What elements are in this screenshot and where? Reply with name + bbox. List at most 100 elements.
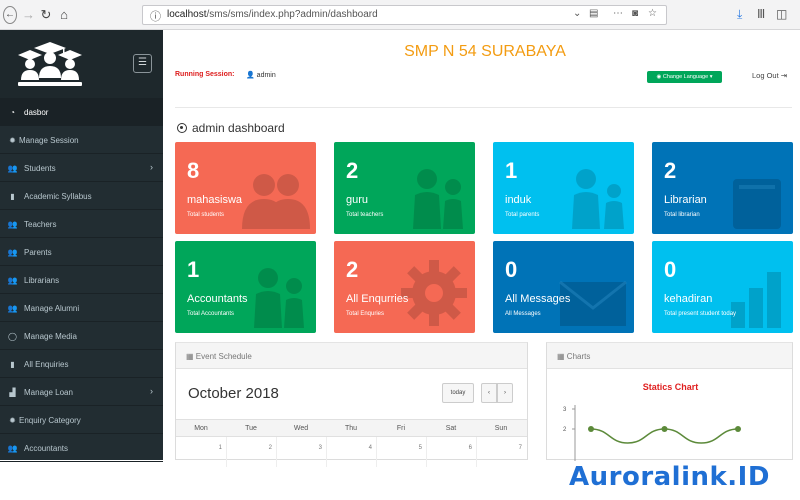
- sidebar-item-enquiry-category[interactable]: ✹ Enquiry Category: [0, 406, 163, 434]
- browser-toolbar: ← → ↻ ⌂ ⓘ localhost/sms/sms/index.php?ad…: [0, 0, 800, 30]
- sidebar-item-manage-alumni[interactable]: 👥 Manage Alumni: [0, 294, 163, 322]
- stat-box-guru[interactable]: 2 guru Total teachers: [334, 142, 475, 234]
- sidebar-item-manage-loan[interactable]: ▟ Manage Loan ›: [0, 378, 163, 406]
- change-language-button[interactable]: ◉ Change Language ▾: [647, 71, 722, 83]
- y-tick-label: 2: [563, 427, 567, 433]
- dropdown-icon[interactable]: ⌄: [573, 8, 581, 19]
- page-title: admin dashboard: [177, 121, 285, 135]
- sidebar-item-teachers[interactable]: 👥 Teachers: [0, 210, 163, 238]
- calendar-grid-line: [326, 437, 327, 467]
- stat-box-mahasiswa[interactable]: 8 mahasiswa Total students: [175, 142, 316, 234]
- sidebar-item-librarians[interactable]: 👥 Librarians: [0, 266, 163, 294]
- home-icon[interactable]: ⌂: [58, 6, 70, 24]
- sidebar-item-label: Parents: [24, 248, 52, 257]
- caret-down-icon: ▾: [709, 74, 713, 80]
- calendar-day-cell[interactable]: 1: [172, 445, 222, 451]
- reload-icon[interactable]: ↻: [40, 6, 52, 24]
- stat-label: Accountants: [187, 293, 248, 305]
- bookmark-star-icon[interactable]: ☆: [648, 8, 657, 19]
- calendar-grid-line: [226, 437, 227, 467]
- library-icon[interactable]: Ⅲ: [757, 7, 765, 21]
- forward-icon[interactable]: →: [22, 6, 35, 24]
- calendar-day-cell[interactable]: 7: [472, 445, 522, 451]
- sidebar-item-label: Manage Alumni: [24, 304, 80, 313]
- sidebar-item-accountants[interactable]: 👥 Accountants: [0, 434, 163, 462]
- sidebar-item-dasbor[interactable]: ◔ dasbor: [0, 98, 163, 126]
- sidebar-item-label: Accountants: [24, 444, 69, 453]
- data-point[interactable]: [588, 426, 594, 432]
- stat-box-all-enqurries[interactable]: 2 All Enqurries Total Enquries: [334, 241, 475, 333]
- calendar-day-name: Wed: [293, 425, 309, 432]
- calendar-day-cell[interactable]: 4: [322, 445, 372, 451]
- menu-toggle-button[interactable]: ☰: [133, 54, 152, 73]
- sidebar-item-parents[interactable]: 👥 Parents: [0, 238, 163, 266]
- data-point[interactable]: [661, 426, 668, 432]
- calendar-day-cell[interactable]: 2: [222, 445, 272, 451]
- sidebar-toggle-icon[interactable]: ◫: [776, 7, 787, 21]
- y-tick-label: 3: [563, 407, 567, 413]
- address-bar[interactable]: ⓘ localhost/sms/sms/index.php?admin/dash…: [142, 5, 667, 25]
- bar-chart-icon: ▟: [9, 388, 16, 397]
- event-schedule-title: Event Schedule: [195, 352, 252, 361]
- prev-month-button[interactable]: ‹: [481, 383, 497, 403]
- stat-number: 1: [187, 257, 200, 282]
- book-icon: ▮: [10, 192, 15, 201]
- stat-number: 0: [664, 257, 677, 282]
- sidebar-item-manage-media[interactable]: ◯ Manage Media: [0, 322, 163, 350]
- data-point[interactable]: [735, 426, 741, 432]
- stat-subtitle: Total parents: [505, 212, 540, 218]
- globe-icon: ◉: [656, 74, 662, 80]
- stat-box-librarian[interactable]: 2 Librarian Total librarian: [652, 142, 793, 234]
- more-icon[interactable]: ⋯: [613, 8, 623, 19]
- stat-box-all-messages[interactable]: 0 All Messages All Messages: [493, 241, 634, 333]
- logout-link[interactable]: Log Out ⇥: [752, 71, 787, 80]
- book-icon: ▮: [10, 360, 15, 369]
- bar-chart-icon: [727, 268, 787, 333]
- sidebar-item-academic-syllabus[interactable]: ▮ Academic Syllabus: [0, 182, 163, 210]
- stat-label: kehadiran: [664, 293, 713, 305]
- calendar-icon: ▦: [186, 352, 194, 361]
- users-icon: [240, 169, 310, 234]
- calendar-day-cell[interactable]: 6: [422, 445, 472, 451]
- calendar-day-name: Tue: [245, 425, 257, 432]
- pocket-icon[interactable]: ◙: [632, 8, 638, 19]
- download-icon[interactable]: ⤓: [737, 7, 742, 22]
- dashboard-icon: ◔: [10, 108, 15, 117]
- page: ← → ↻ ⌂ ⓘ localhost/sms/sms/index.php?ad…: [0, 0, 800, 500]
- stat-number: 2: [346, 257, 359, 282]
- gear-icon: [399, 258, 469, 333]
- gear-icon: ✹: [9, 416, 16, 425]
- stat-box-induk[interactable]: 1 induk Total parents: [493, 142, 634, 234]
- next-month-button[interactable]: ›: [497, 383, 513, 403]
- calendar-day-cell[interactable]: 3: [272, 445, 322, 451]
- session-user: 👤 admin: [246, 71, 276, 79]
- watermark-text: Auroralink.ID: [569, 462, 770, 492]
- calendar-day-cell[interactable]: 5: [372, 445, 422, 451]
- stat-box-kehadiran[interactable]: 0 kehadiran Total present student today: [652, 241, 793, 333]
- stat-subtitle: Total Enquries: [346, 311, 385, 317]
- stat-subtitle: All Messages: [505, 311, 541, 317]
- event-schedule-header: ▦ Event Schedule: [176, 343, 527, 369]
- sidebar-item-students[interactable]: 👥 Students ›: [0, 154, 163, 182]
- parent-icon: [568, 159, 628, 234]
- stat-number: 2: [664, 158, 677, 183]
- sidebar-item-label: Manage Session: [19, 136, 79, 145]
- envelope-icon: [558, 278, 628, 333]
- today-button[interactable]: today: [442, 383, 474, 403]
- back-icon[interactable]: ←: [3, 6, 17, 24]
- stat-subtitle: Total teachers: [346, 212, 384, 218]
- stat-box-accountants[interactable]: 1 Accountants Total Accountants: [175, 241, 316, 333]
- sidebar-item-manage-session[interactable]: ✹ Manage Session: [0, 126, 163, 154]
- reader-view-icon[interactable]: ▤: [589, 8, 598, 19]
- charts-title: Charts: [566, 352, 591, 361]
- sidebar-item-all-enquiries[interactable]: ▮ All Enquiries: [0, 350, 163, 378]
- users-icon: 👥: [7, 220, 18, 229]
- logout-icon: ⇥: [780, 71, 788, 80]
- teacher-icon: [250, 258, 310, 333]
- stat-label: All Messages: [505, 293, 571, 305]
- school-logo: ☰: [0, 30, 163, 98]
- calendar-grid-line: [376, 437, 377, 467]
- stat-subtitle: Total present student today: [664, 311, 737, 317]
- users-icon: 👥: [7, 248, 18, 257]
- users-icon: 👥: [7, 444, 18, 453]
